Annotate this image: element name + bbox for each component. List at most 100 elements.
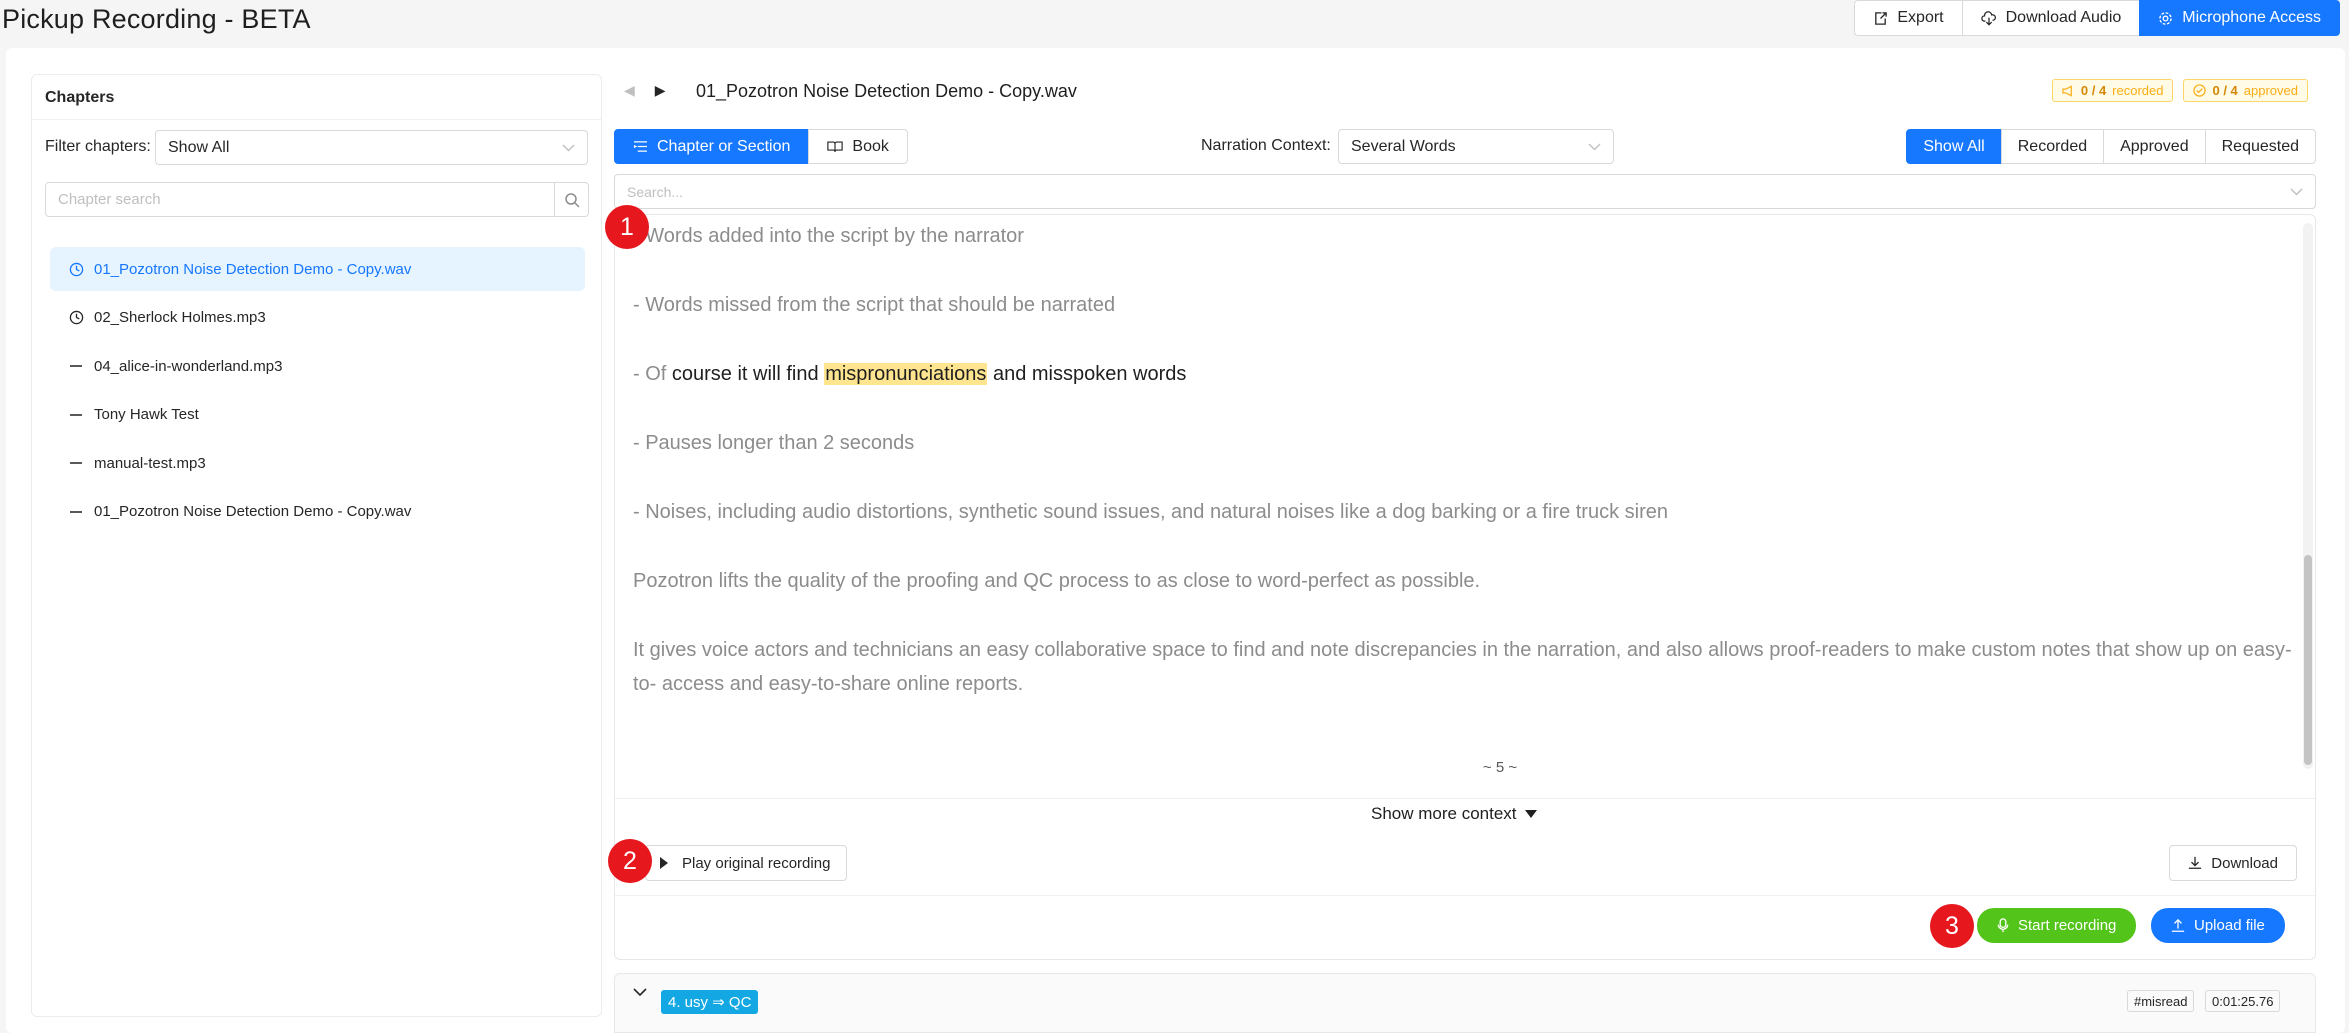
approved-badge: 0 / 4 approved	[2183, 79, 2308, 102]
upload-file-button[interactable]: Upload file	[2151, 908, 2285, 943]
caret-right-icon[interactable]: ▶	[655, 82, 666, 99]
chapter-item-label: 01_Pozotron Noise Detection Demo - Copy.…	[94, 260, 412, 278]
export-icon	[1875, 11, 1888, 25]
chevron-down-icon	[562, 144, 575, 151]
tab-show-all[interactable]: Show All	[1906, 129, 2002, 164]
narration-context-value: Several Words	[1351, 137, 1456, 155]
cloud-download-icon	[1980, 10, 1996, 26]
chapter-item-label: 01_Pozotron Noise Detection Demo - Copy.…	[94, 503, 412, 520]
chapter-item[interactable]: 01_Pozotron Noise Detection Demo - Copy.…	[50, 490, 585, 534]
scrollbar-thumb[interactable]	[2304, 555, 2312, 765]
megaphone-icon	[2062, 84, 2072, 97]
download-audio-button[interactable]: Download Audio	[1961, 0, 2141, 36]
script-paragraph: - Pauses longer than 2 seconds	[633, 432, 915, 454]
script-prefix: - Of	[633, 363, 667, 385]
chapter-item[interactable]: Tony Hawk Test	[50, 393, 585, 437]
download-audio-label: Download Audio	[2005, 9, 2122, 26]
clock-icon	[68, 261, 84, 277]
filter-chapters-select[interactable]: Show All	[155, 130, 588, 165]
script-paragraph: - Words missed from the script that shou…	[633, 294, 1116, 316]
script-paragraph-focus: - Of course it will find mispronunciatio…	[633, 357, 2293, 391]
narration-context-label: Narration Context:	[1201, 137, 1331, 154]
chapter-item-label: 04_alice-in-wonderland.mp3	[94, 357, 283, 375]
filter-chapters-value: Show All	[168, 138, 230, 156]
next-pickup-row[interactable]: 4. usy ⇒ QC #misread 0:01:25.76	[614, 973, 2316, 1033]
download-label: Download	[2211, 854, 2278, 872]
chapter-item[interactable]: manual-test.mp3	[50, 441, 585, 485]
chevron-down-icon	[2290, 188, 2303, 195]
chapter-item[interactable]: 01_Pozotron Noise Detection Demo - Copy.…	[50, 247, 585, 291]
tab-approved[interactable]: Approved	[2103, 129, 2206, 164]
approved-count: 0 / 4	[2212, 83, 2238, 98]
tab-requested[interactable]: Requested	[2204, 129, 2316, 164]
show-more-context-button[interactable]: Show more context	[1371, 804, 1537, 824]
caret-down-icon	[1524, 810, 1537, 818]
show-more-label: Show more context	[1371, 804, 1517, 823]
clock-icon	[68, 310, 84, 326]
dash-icon	[68, 358, 84, 374]
recorded-count: 0 / 4	[2080, 83, 2107, 98]
main-area: ◀ ▶ 01_Pozotron Noise Detection Demo - C…	[614, 74, 2318, 1033]
recorded-label: recorded	[2112, 83, 2164, 98]
timestamp-tag: 0:01:25.76	[2205, 990, 2281, 1012]
chapter-item[interactable]: 02_Sherlock Holmes.mp3	[50, 296, 585, 340]
pickup-tag: 4. usy ⇒ QC	[661, 990, 759, 1014]
annotation-marker: 1	[605, 205, 649, 249]
book-scope-label: Book	[852, 137, 889, 155]
start-recording-button[interactable]: Start recording	[1977, 908, 2137, 943]
book-scope-button[interactable]: Book	[808, 129, 908, 164]
filter-chapters-label: Filter chapters:	[45, 138, 151, 155]
sidebar-title: Chapters	[45, 89, 115, 106]
gear-icon	[2159, 11, 2173, 25]
microphone-access-button[interactable]: Microphone Access	[2139, 0, 2340, 36]
microphone-icon	[1997, 918, 2009, 933]
item-search-placeholder: Search...	[627, 183, 684, 200]
scope-toggle: Chapter or Section Book	[614, 129, 908, 164]
chapter-item-label: Tony Hawk Test	[94, 406, 199, 423]
chapter-scope-label: Chapter or Section	[657, 137, 791, 155]
chapter-search-input[interactable]	[45, 182, 555, 217]
file-title: 01_Pozotron Noise Detection Demo - Copy.…	[696, 81, 1077, 101]
play-icon	[660, 857, 668, 869]
approved-label: approved	[2243, 83, 2298, 98]
upload-file-label: Upload file	[2194, 917, 2265, 934]
list-icon	[633, 141, 647, 152]
divider	[615, 798, 2315, 799]
dash-icon	[68, 407, 84, 423]
book-icon	[827, 141, 844, 152]
item-search-select[interactable]: Search...	[614, 174, 2316, 209]
upload-icon	[2171, 918, 2185, 932]
chapter-scope-button[interactable]: Chapter or Section	[614, 129, 810, 164]
script-focus-text: course it will find	[666, 363, 825, 385]
script-scrollbar[interactable]	[2303, 223, 2313, 769]
start-recording-label: Start recording	[2018, 917, 2117, 934]
highlighted-word[interactable]: mispronunciations	[824, 363, 988, 385]
recorded-badge: 0 / 4 recorded	[2051, 79, 2174, 102]
play-original-button[interactable]: Play original recording	[645, 845, 848, 881]
dash-icon	[68, 455, 84, 471]
download-icon	[2189, 856, 2202, 869]
play-original-label: Play original recording	[682, 854, 831, 872]
export-button[interactable]: Export	[1854, 0, 1963, 36]
narration-context-select[interactable]: Several Words	[1338, 129, 1614, 164]
script-paragraph: - Words added into the script by the nar…	[633, 225, 1024, 247]
annotation-marker: 3	[1930, 904, 1974, 948]
annotation-marker: 2	[608, 839, 652, 883]
pickup-card: - Words added into the script by the nar…	[614, 214, 2316, 960]
check-circle-icon	[2193, 84, 2207, 97]
chevron-down-icon[interactable]	[633, 988, 647, 997]
tab-recorded[interactable]: Recorded	[2000, 129, 2105, 164]
chapter-search-button[interactable]	[554, 182, 589, 217]
top-actions: Export Download Audio Microphone Access	[1854, 0, 2340, 36]
chapter-nav: ◀ ▶	[624, 82, 666, 99]
script-text: - Words added into the script by the nar…	[633, 219, 2293, 736]
caret-left-icon[interactable]: ◀	[624, 82, 635, 99]
chapter-list: 01_Pozotron Noise Detection Demo - Copy.…	[50, 247, 585, 538]
download-button[interactable]: Download	[2169, 845, 2297, 881]
chapters-sidebar: Chapters Filter chapters: Show All 01_Po…	[31, 74, 602, 1017]
app-title: Pickup Recording - BETA	[2, 4, 311, 34]
export-label: Export	[1897, 9, 1944, 26]
sidebar-divider	[32, 119, 601, 120]
script-paragraph: - Noises, including audio distortions, s…	[633, 501, 1668, 523]
chapter-item[interactable]: 04_alice-in-wonderland.mp3	[50, 344, 585, 388]
